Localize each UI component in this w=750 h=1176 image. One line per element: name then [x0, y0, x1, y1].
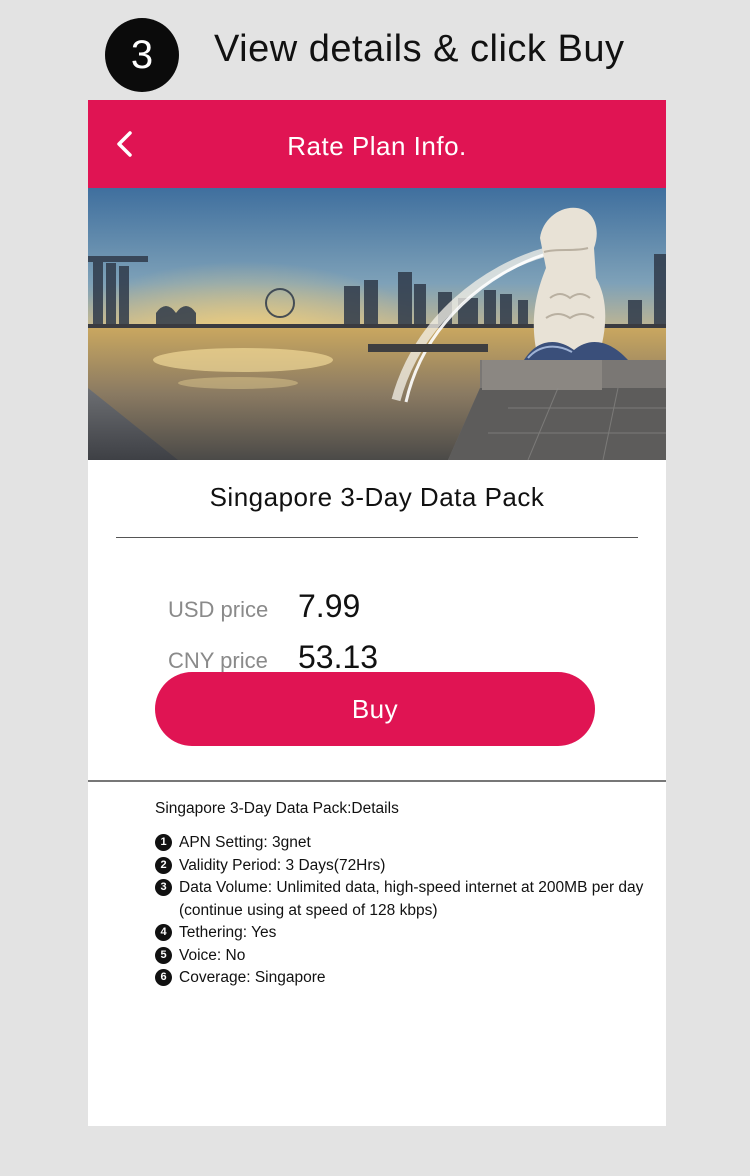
- number-bullet-icon: 5: [155, 946, 172, 964]
- detail-text: Tethering: Yes: [179, 924, 277, 941]
- details-heading: Singapore 3-Day Data Pack:Details: [155, 800, 399, 817]
- number-bullet-icon: 6: [155, 969, 172, 986]
- title-divider: [116, 537, 638, 538]
- detail-text: Coverage: Singapore: [179, 969, 326, 986]
- detail-text: Data Volume: Unlimited data, high-speed …: [179, 879, 644, 919]
- detail-item: 3 Data Volume: Unlimited data, high-spee…: [155, 877, 645, 922]
- detail-item: 1 APN Setting: 3gnet: [155, 832, 645, 855]
- usd-price-row: USD price 7.99: [168, 588, 360, 625]
- pack-title-block: Singapore 3-Day Data Pack: [88, 460, 666, 560]
- detail-text: Validity Period: 3 Days(72Hrs): [179, 856, 386, 874]
- phone-screen: Rate Plan Info. Singapore 3-Day Data Pac…: [88, 100, 666, 1126]
- cny-price-value: 53.13: [298, 639, 379, 675]
- details-section: Singapore 3-Day Data Pack:Details 1 APN …: [155, 800, 645, 990]
- navbar: Rate Plan Info.: [88, 100, 666, 188]
- detail-item: 2 Validity Period: 3 Days(72Hrs): [155, 855, 645, 878]
- number-bullet-icon: 3: [155, 879, 172, 896]
- number-bullet-icon: 2: [155, 856, 172, 874]
- usd-price-label: USD price: [168, 597, 269, 622]
- step-title: View details & click Buy: [214, 28, 625, 70]
- section-divider: [88, 780, 666, 782]
- navbar-title: Rate Plan Info.: [287, 131, 467, 161]
- cny-price-label: CNY price: [168, 648, 268, 673]
- number-bullet-icon: 1: [155, 834, 172, 851]
- step-number-badge: 3: [105, 18, 179, 92]
- cny-price-row: CNY price 53.13: [168, 639, 378, 676]
- detail-text: APN Setting: 3gnet: [179, 834, 311, 851]
- price-section: USD price 7.99 CNY price 53.13 Buy: [88, 560, 666, 746]
- detail-item: 5 Voice: No: [155, 945, 645, 968]
- detail-item: 4 Tethering: Yes: [155, 922, 645, 945]
- detail-item: 6 Coverage: Singapore: [155, 967, 645, 990]
- detail-text: Voice: No: [179, 946, 246, 964]
- usd-price-value: 7.99: [298, 588, 361, 624]
- buy-button[interactable]: Buy: [155, 672, 595, 746]
- number-bullet-icon: 4: [155, 924, 172, 941]
- pack-title: Singapore 3-Day Data Pack: [209, 482, 545, 512]
- hero-image: [88, 188, 666, 460]
- step-header: 3 View details & click Buy: [0, 0, 750, 100]
- singapore-skyline-image: [88, 188, 666, 460]
